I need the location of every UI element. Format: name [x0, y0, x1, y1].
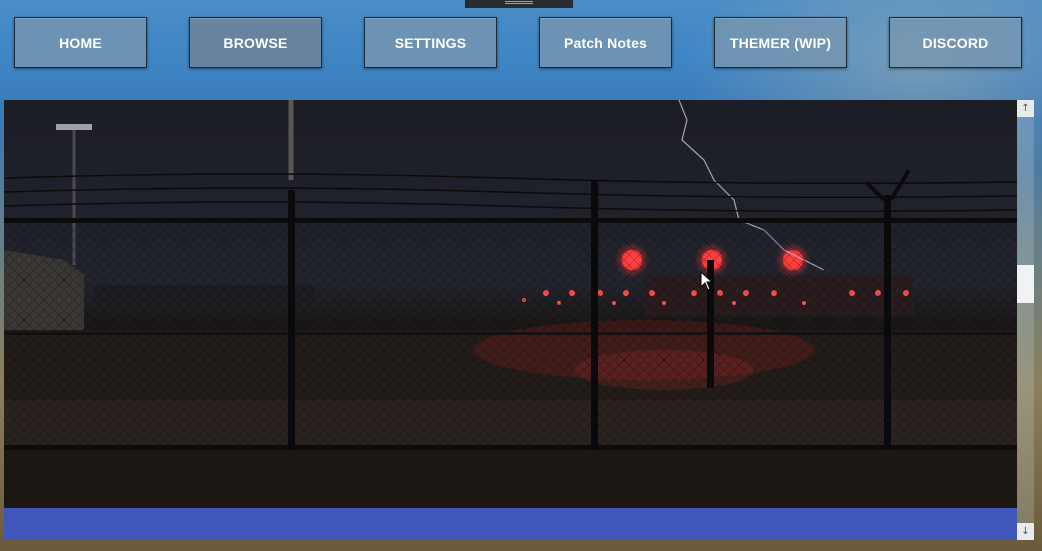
settings-button[interactable]: SETTINGS	[364, 17, 497, 68]
home-button[interactable]: HOME	[14, 17, 147, 68]
background-image	[4, 100, 1017, 508]
browse-button[interactable]: BROWSE	[189, 17, 322, 68]
arrow-down-icon[interactable]: ↓	[1017, 523, 1034, 540]
top-navigation: HOME BROWSE SETTINGS Patch Notes THEMER …	[0, 0, 1042, 90]
mouse-cursor-icon	[700, 271, 714, 291]
vertical-scrollbar[interactable]: ↑ ↓	[1017, 100, 1034, 540]
patch-notes-button[interactable]: Patch Notes	[539, 17, 672, 68]
scroll-thumb[interactable]	[1017, 265, 1034, 303]
arrow-up-icon[interactable]: ↑	[1017, 100, 1034, 117]
themer-button[interactable]: THEMER (WIP)	[714, 17, 847, 68]
accent-strip	[4, 508, 1017, 540]
discord-button[interactable]: DISCORD	[889, 17, 1022, 68]
content-frame	[4, 100, 1017, 540]
